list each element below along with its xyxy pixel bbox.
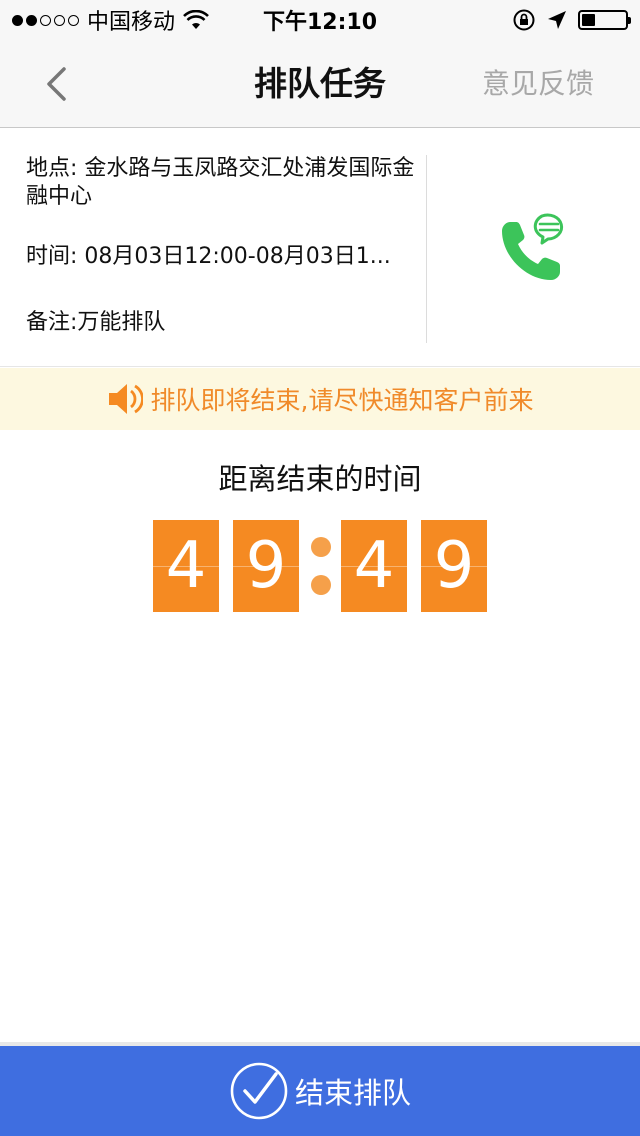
back-button[interactable]: [36, 62, 76, 106]
status-bar: 中国移动 下午12:10: [0, 0, 640, 40]
countdown-timer: 4 9 4 9: [0, 520, 640, 612]
phone-chat-icon[interactable]: [496, 212, 572, 288]
countdown-digit: 9: [233, 520, 299, 612]
end-queue-label: 结束排队: [294, 1076, 411, 1110]
task-info-text: 地点: 金水路与玉凤路交汇处浦发国际金融中心 时间: 08月03日12:00-0…: [26, 155, 416, 337]
signal-dot: [26, 14, 37, 26]
notice-banner: 排队即将结束,请尽快通知客户前来: [0, 368, 640, 430]
signal-dot: [68, 14, 79, 26]
separator-dot: [311, 537, 331, 557]
check-circle-icon: [230, 1062, 288, 1120]
countdown-digit: 4: [153, 520, 219, 612]
signal-dot: [40, 14, 51, 26]
battery-level: [582, 14, 595, 26]
vertical-divider: [426, 155, 427, 343]
carrier-name: 中国移动: [87, 10, 176, 35]
task-remark: 备注:万能排队: [26, 310, 166, 335]
signal-strength-icon: [12, 14, 79, 26]
end-queue-button[interactable]: 结束排队: [0, 1046, 640, 1136]
separator-dot: [311, 575, 331, 595]
signal-dot: [12, 14, 23, 26]
location-arrow-icon: [548, 11, 566, 29]
countdown-label: 距离结束的时间: [218, 462, 422, 496]
signal-dot: [54, 14, 65, 26]
battery-icon: [578, 10, 631, 30]
status-right: [512, 8, 631, 32]
notice-text: 排队即将结束,请尽快通知客户前来: [150, 386, 534, 415]
wifi-icon: [183, 10, 209, 29]
countdown-separator: [301, 520, 341, 612]
countdown-digit: 9: [421, 520, 487, 612]
speaker-icon: [108, 384, 143, 414]
status-left: 中国移动: [12, 4, 512, 36]
feedback-button[interactable]: 意见反馈: [482, 40, 594, 128]
navigation-bar: 排队任务 意见反馈: [0, 40, 640, 128]
task-time: 时间: 08月03日12:00-08月03日1...: [26, 244, 391, 269]
task-address: 地点: 金水路与玉凤路交汇处浦发国际金融中心: [26, 156, 415, 209]
rotation-lock-icon: [513, 9, 535, 31]
chevron-left-icon: [47, 67, 66, 101]
countdown-digit: 4: [341, 520, 407, 612]
